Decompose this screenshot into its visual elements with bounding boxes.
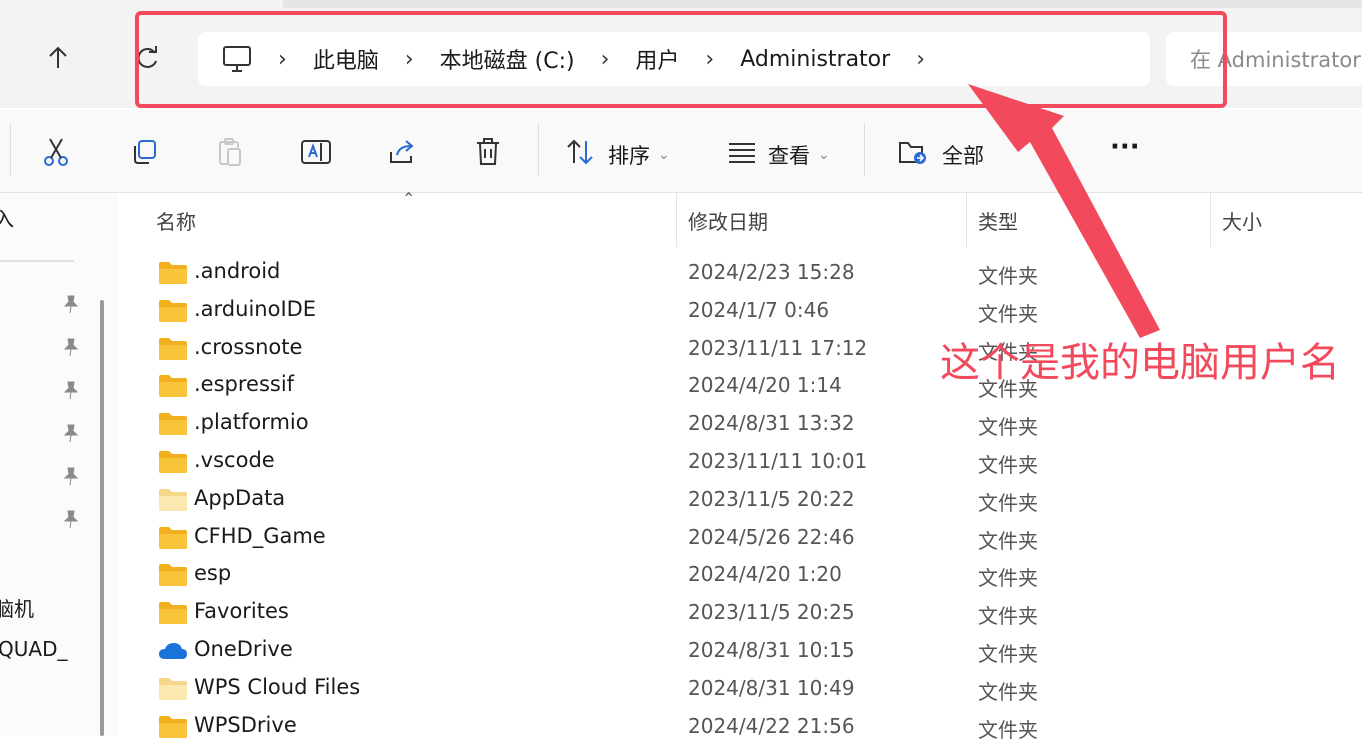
annotation-text: 这个是我的电脑用户名 — [940, 340, 1340, 386]
